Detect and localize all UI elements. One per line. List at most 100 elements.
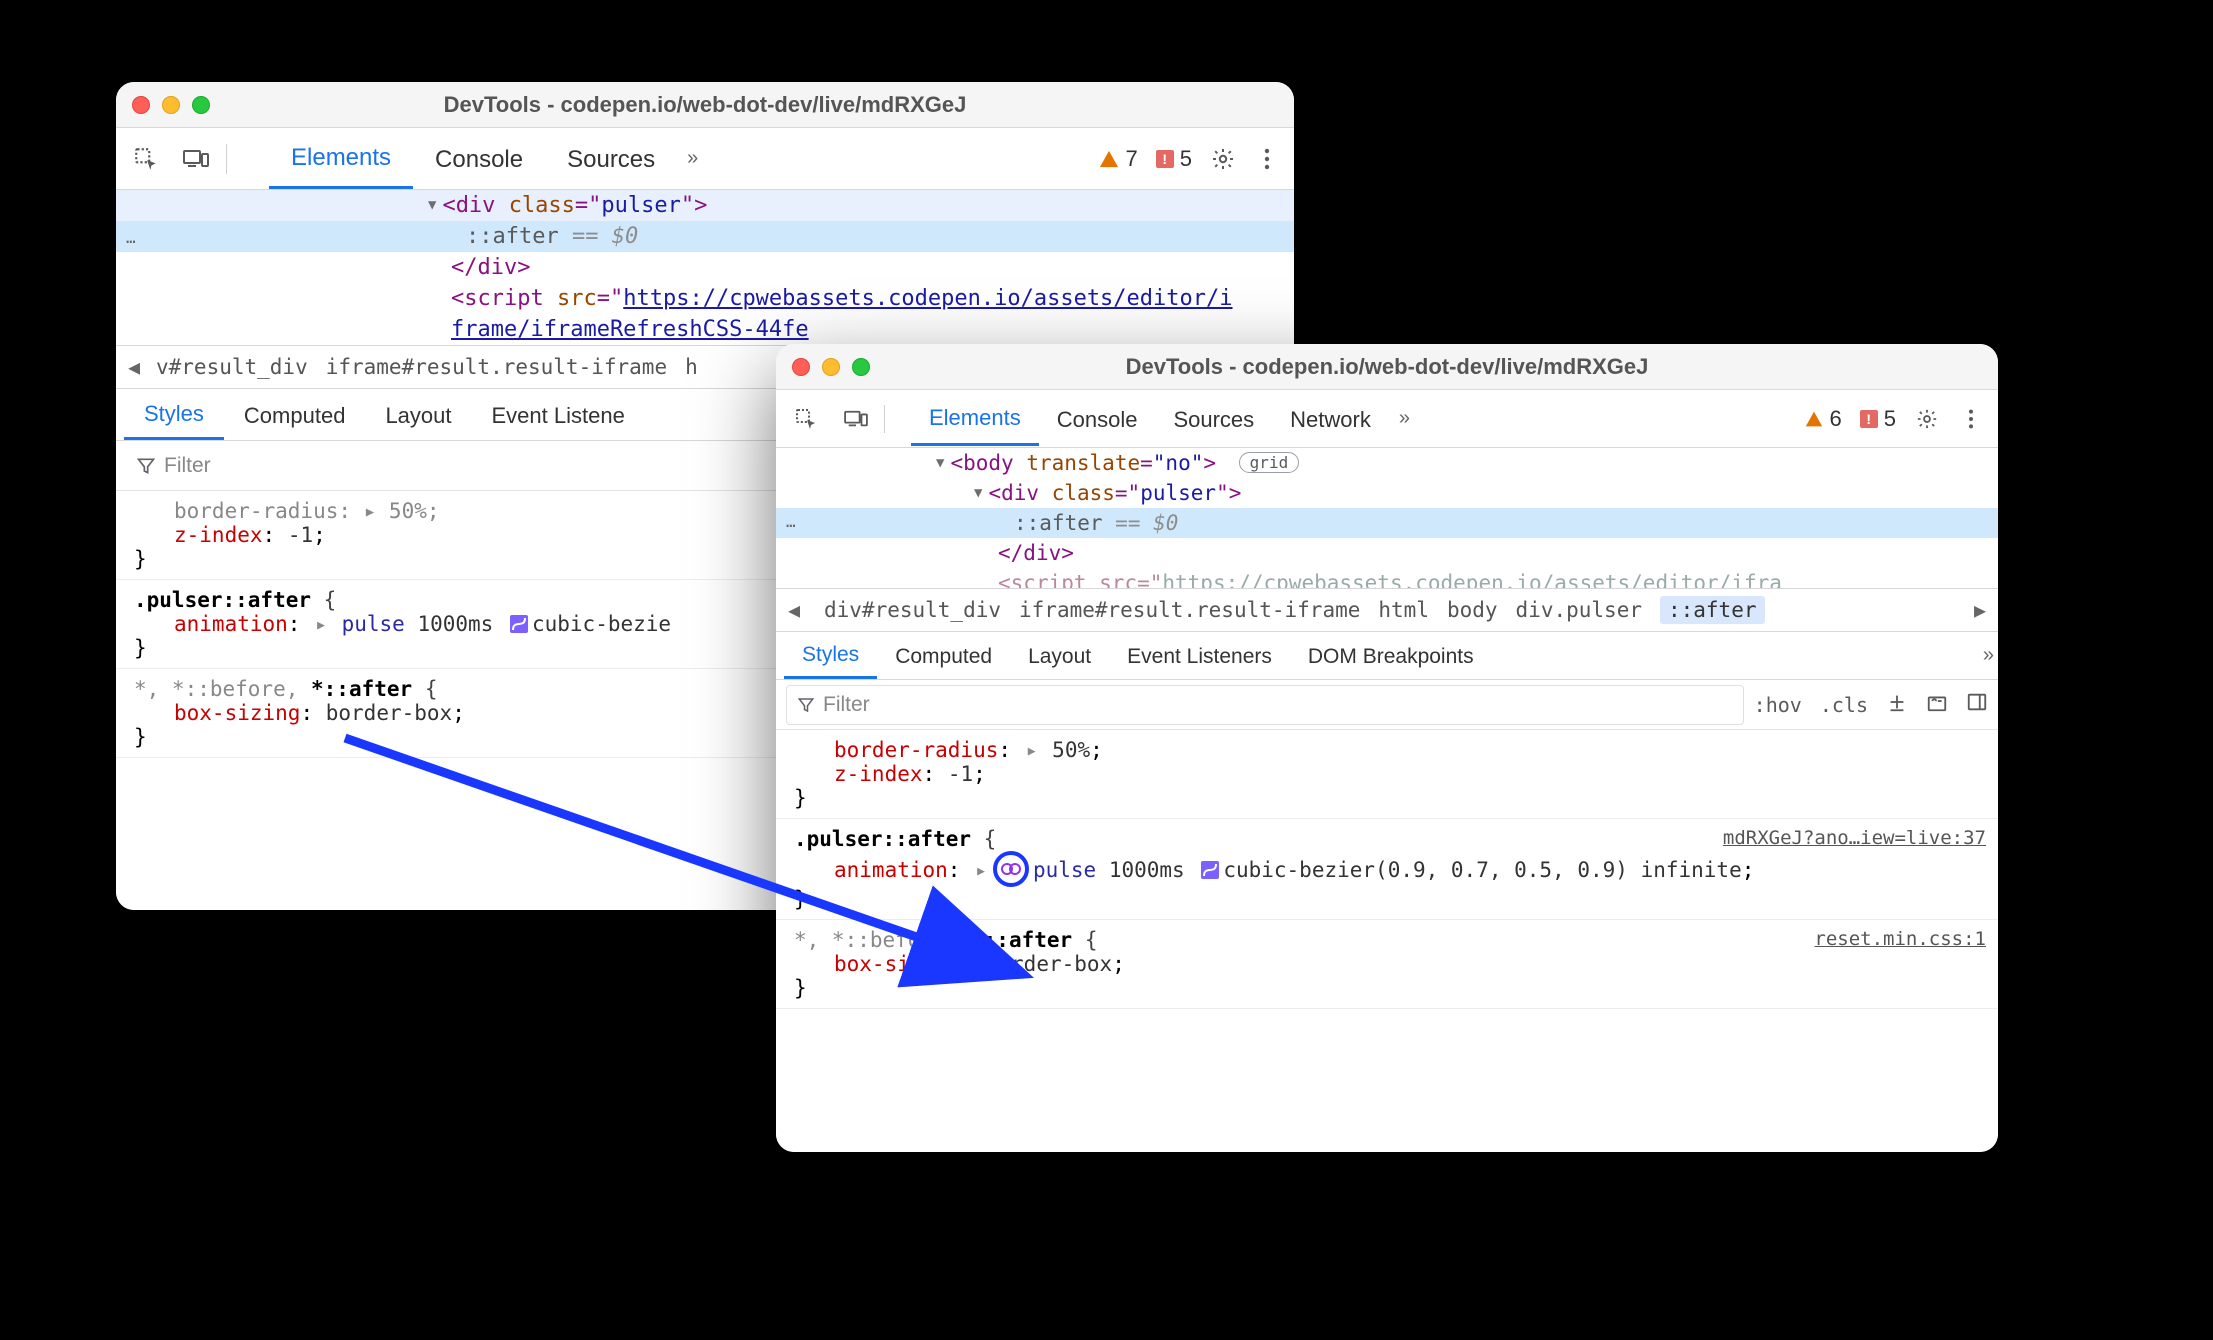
- bezier-swatch-icon[interactable]: [510, 615, 528, 633]
- dom-node-body[interactable]: ▼<body translate="no"> grid: [776, 448, 1998, 478]
- main-toolbar: Elements Console Sources Network » 6 ! 5: [776, 390, 1998, 448]
- subtab-dom-breakpoints[interactable]: DOM Breakpoints: [1290, 634, 1492, 678]
- style-decl-animation[interactable]: animation: ▶ pulse 1000ms cubic-bezier(0…: [794, 851, 1982, 887]
- dom-node-after-pseudo[interactable]: ::after == $0: [776, 508, 1998, 538]
- tab-console[interactable]: Console: [413, 130, 545, 188]
- subtabs-overflow-icon[interactable]: »: [1983, 644, 1990, 667]
- settings-icon[interactable]: [1210, 146, 1236, 172]
- subtab-event-listeners[interactable]: Event Listeners: [1109, 634, 1290, 678]
- subtab-computed[interactable]: Computed: [224, 391, 366, 439]
- breadcrumb-right-icon[interactable]: ▶: [1968, 598, 1992, 622]
- expander-icon[interactable]: ▶: [317, 618, 325, 633]
- dom-node-script-cropped[interactable]: <script src="https://cpwebassets.codepen…: [776, 568, 1998, 588]
- tab-sources[interactable]: Sources: [1155, 393, 1272, 445]
- subtab-computed[interactable]: Computed: [877, 634, 1010, 678]
- dom-node-after-pseudo[interactable]: ::after == $0: [116, 221, 1294, 252]
- source-link[interactable]: reset.min.css:1: [1814, 928, 1986, 950]
- inspect-icon[interactable]: [130, 145, 162, 173]
- gutter-menu-icon[interactable]: …: [782, 510, 800, 533]
- errors-badge[interactable]: ! 5: [1156, 146, 1192, 172]
- expander-icon[interactable]: ▼: [974, 485, 982, 501]
- inspect-icon[interactable]: [790, 405, 822, 433]
- computed-styles-icon[interactable]: [1926, 691, 1948, 719]
- subtab-event-listeners[interactable]: Event Listene: [472, 391, 645, 439]
- tab-elements[interactable]: Elements: [269, 128, 413, 189]
- breadcrumb-item[interactable]: div.pulser: [1516, 598, 1642, 622]
- expander-icon[interactable]: ▼: [936, 455, 944, 471]
- tab-elements[interactable]: Elements: [911, 391, 1039, 446]
- breadcrumb[interactable]: ◀ div#result_div iframe#result.result-if…: [776, 588, 1998, 632]
- dom-tree[interactable]: ▼<body translate="no"> grid ▼<div class=…: [776, 448, 1998, 588]
- animation-editor-icon[interactable]: [993, 851, 1029, 887]
- breadcrumb-item[interactable]: iframe#result.result-iframe: [1019, 598, 1360, 622]
- style-decl[interactable]: box-sizing: border-box;: [794, 952, 1982, 976]
- breadcrumb-item-active[interactable]: ::after: [1660, 596, 1765, 624]
- dom-tree[interactable]: ▼<div class="pulser"> ::after == $0 … </…: [116, 190, 1294, 345]
- prop-value: border-box: [326, 701, 452, 725]
- breadcrumb-item[interactable]: h: [685, 355, 698, 379]
- dom-node-div-close[interactable]: </div>: [116, 252, 1294, 283]
- subtab-layout[interactable]: Layout: [365, 391, 471, 439]
- cls-toggle[interactable]: .cls: [1820, 693, 1868, 717]
- breadcrumb-item[interactable]: html: [1378, 598, 1429, 622]
- expander-icon[interactable]: ▶: [977, 864, 985, 879]
- dom-node-script[interactable]: <script src="https://cpwebassets.codepen…: [116, 283, 1294, 314]
- breadcrumb-left-icon[interactable]: ◀: [122, 355, 146, 379]
- new-rule-icon[interactable]: [1886, 691, 1908, 719]
- subtab-styles[interactable]: Styles: [784, 632, 877, 679]
- script-url-line1[interactable]: https://cpwebassets.codepen.io/assets/ed…: [623, 286, 1232, 311]
- dom-node-script-line2[interactable]: frame/iframeRefreshCSS-44fe: [116, 314, 1294, 345]
- breadcrumb-item[interactable]: div#result_div: [824, 598, 1001, 622]
- styles-pane[interactable]: border-radius: ▶ 50%; z-index: -1; } mdR…: [776, 730, 1998, 1152]
- dom-node-div-open[interactable]: ▼<div class="pulser">: [776, 478, 1998, 508]
- grid-badge[interactable]: grid: [1239, 452, 1300, 473]
- style-decl[interactable]: border-radius: ▶ 50%;: [794, 738, 1982, 762]
- minimize-icon[interactable]: [822, 358, 840, 376]
- titlebar[interactable]: DevTools - codepen.io/web-dot-dev/live/m…: [776, 344, 1998, 390]
- tab-console[interactable]: Console: [1039, 393, 1156, 445]
- warnings-badge[interactable]: 6: [1804, 406, 1842, 432]
- more-icon[interactable]: [1254, 146, 1280, 172]
- minimize-icon[interactable]: [162, 96, 180, 114]
- funnel-icon: [136, 456, 156, 476]
- errors-badge[interactable]: ! 5: [1860, 406, 1896, 432]
- more-icon[interactable]: [1958, 406, 1984, 432]
- subtab-layout[interactable]: Layout: [1010, 634, 1109, 678]
- device-icon[interactable]: [840, 405, 872, 433]
- source-link[interactable]: mdRXGeJ?ano…iew=live:37: [1723, 827, 1986, 849]
- errors-count: 5: [1180, 146, 1192, 172]
- dom-node-div-close[interactable]: </div>: [776, 538, 1998, 568]
- style-decl[interactable]: z-index: -1;: [794, 762, 1982, 786]
- breadcrumb-item[interactable]: body: [1447, 598, 1498, 622]
- device-icon[interactable]: [180, 145, 212, 173]
- hov-toggle[interactable]: :hov: [1754, 693, 1802, 717]
- dom-node-div-open[interactable]: ▼<div class="pulser">: [116, 190, 1294, 221]
- tab-sources[interactable]: Sources: [545, 130, 677, 188]
- zoom-icon[interactable]: [192, 96, 210, 114]
- funnel-icon: [797, 696, 815, 714]
- style-selector[interactable]: *, *::before, *::after {: [794, 928, 1982, 952]
- sidebar-toggle-icon[interactable]: [1966, 691, 1988, 719]
- subtab-styles[interactable]: Styles: [124, 389, 224, 440]
- expander-icon[interactable]: ▼: [428, 197, 436, 213]
- breadcrumb-item[interactable]: iframe#result.result-iframe: [326, 355, 667, 379]
- gutter-menu-icon[interactable]: …: [122, 226, 140, 249]
- prop-name: z-index: [174, 523, 263, 547]
- tabs-overflow-icon[interactable]: »: [687, 147, 694, 170]
- warnings-badge[interactable]: 7: [1098, 146, 1138, 172]
- tab-network[interactable]: Network: [1272, 393, 1389, 445]
- animation-name: pulse: [342, 612, 405, 636]
- close-icon[interactable]: [792, 358, 810, 376]
- settings-icon[interactable]: [1914, 406, 1940, 432]
- prop-value: -1: [948, 762, 973, 786]
- bezier-swatch-icon[interactable]: [1201, 861, 1219, 879]
- close-icon[interactable]: [132, 96, 150, 114]
- script-url-line2[interactable]: frame/iframeRefreshCSS-44fe: [451, 317, 809, 342]
- breadcrumb-left-icon[interactable]: ◀: [782, 598, 806, 622]
- zoom-icon[interactable]: [852, 358, 870, 376]
- breadcrumb-item[interactable]: v#result_div: [156, 355, 308, 379]
- expander-icon[interactable]: ▶: [1028, 744, 1036, 759]
- tabs-overflow-icon[interactable]: »: [1399, 407, 1406, 430]
- filter-input[interactable]: Filter: [786, 685, 1744, 725]
- titlebar[interactable]: DevTools - codepen.io/web-dot-dev/live/m…: [116, 82, 1294, 128]
